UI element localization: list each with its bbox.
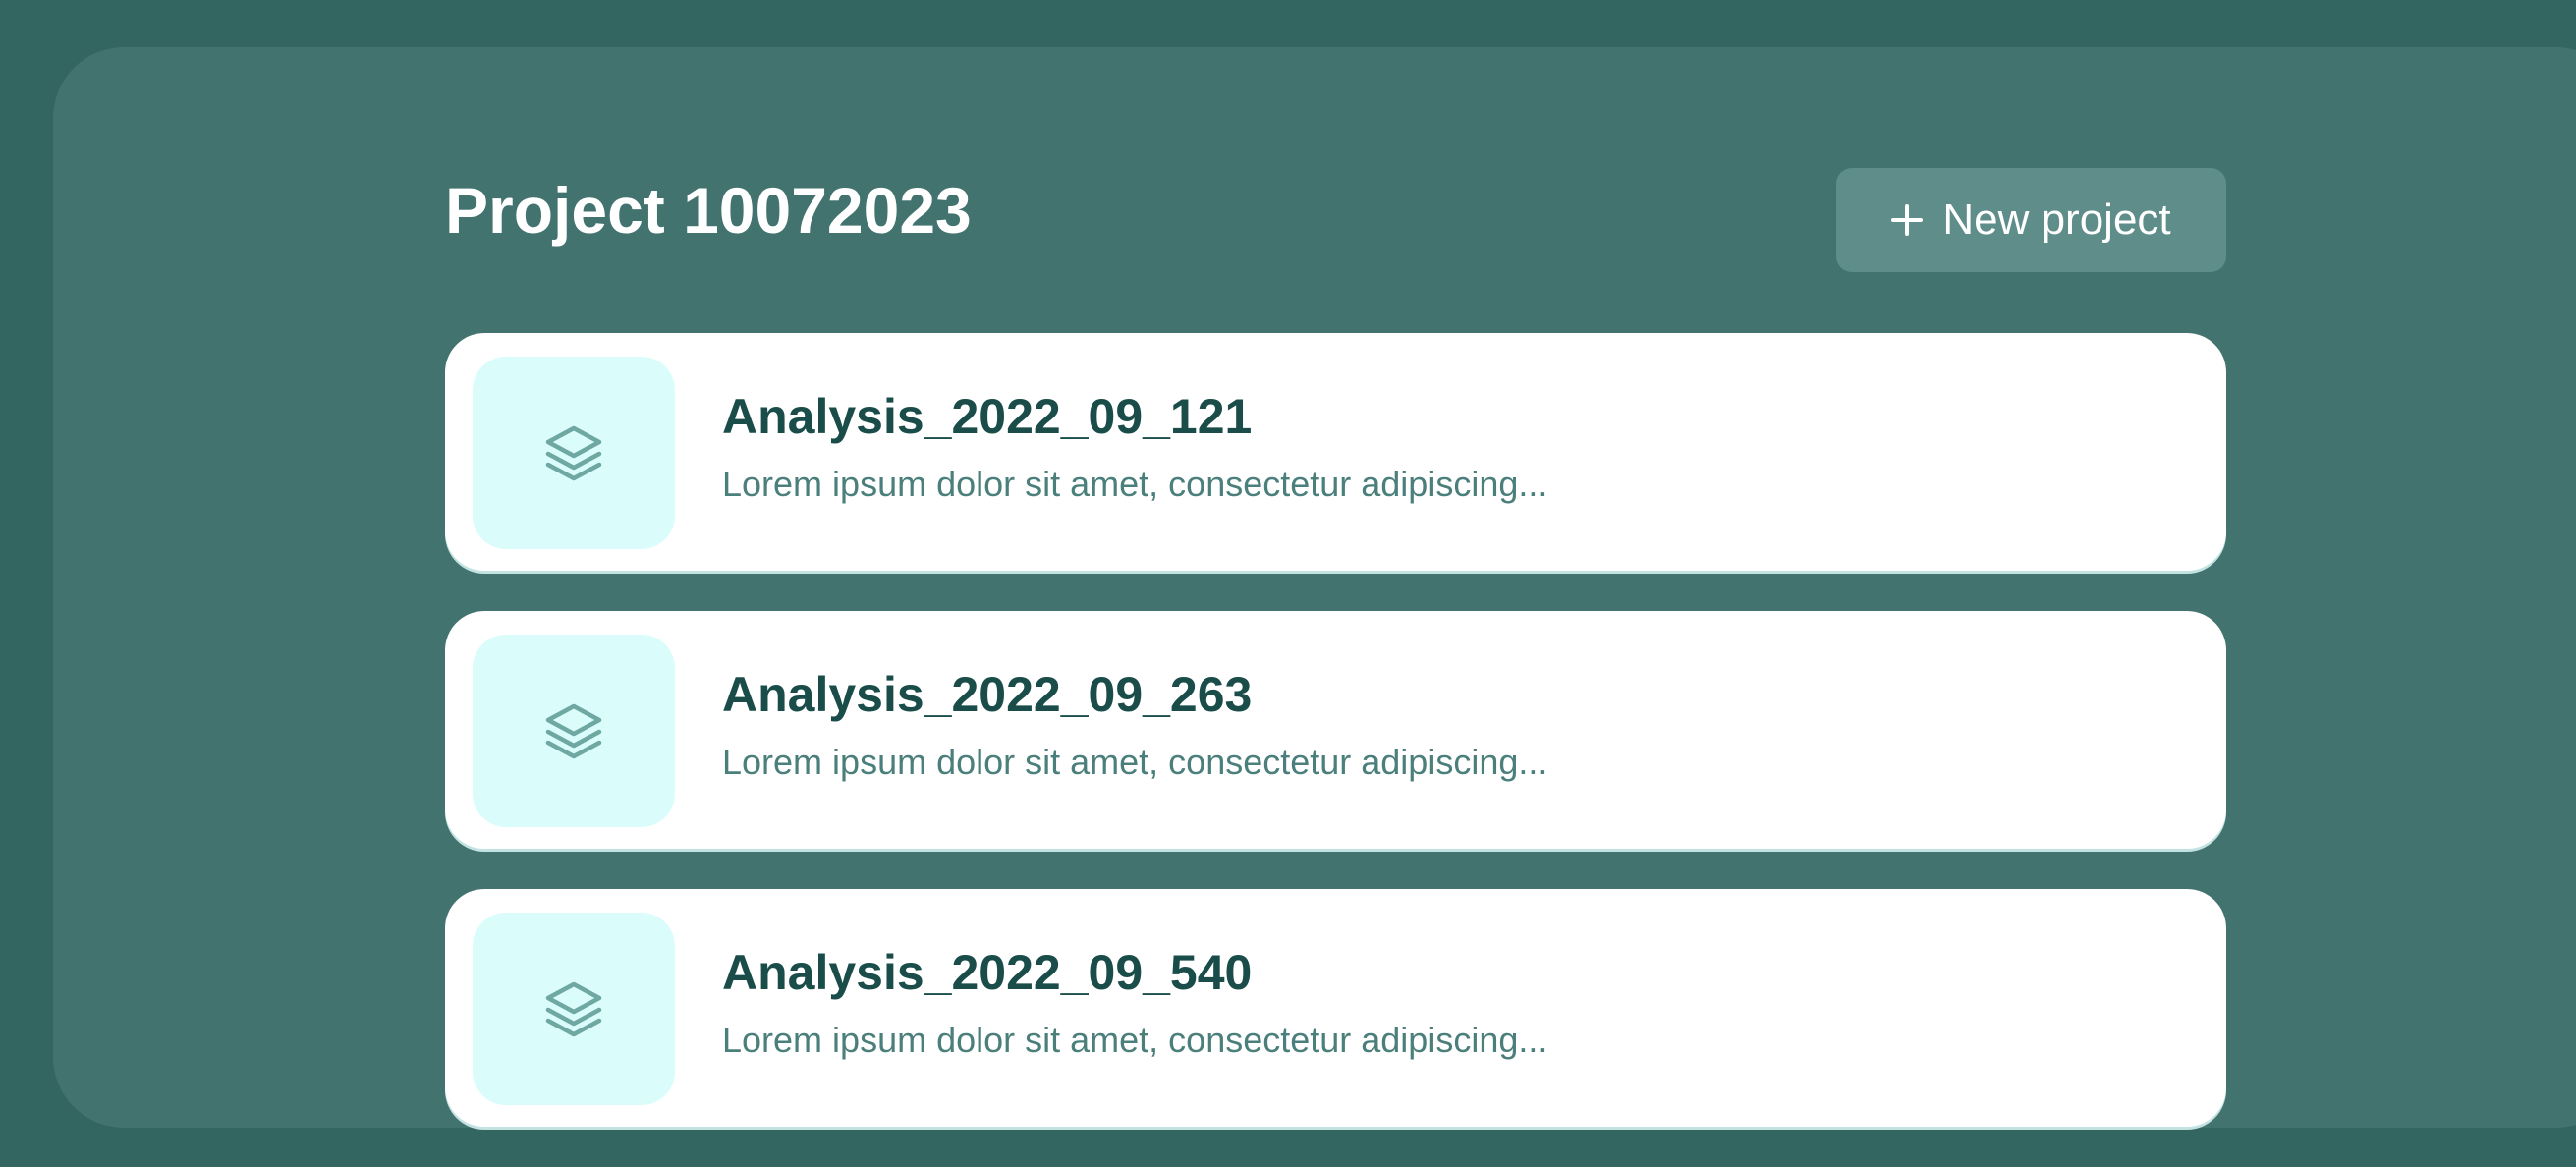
item-thumbnail (473, 357, 675, 549)
new-project-button[interactable]: New project (1836, 168, 2226, 272)
plus-icon (1891, 204, 1924, 236)
layers-icon (545, 981, 602, 1037)
page-title: Project 10072023 (445, 174, 972, 247)
list-item[interactable]: Analysis_2022_09_121 Lorem ipsum dolor s… (445, 333, 2226, 571)
item-description: Lorem ipsum dolor sit amet, consectetur … (722, 464, 1548, 504)
item-title: Analysis_2022_09_121 (722, 389, 1253, 444)
item-description: Lorem ipsum dolor sit amet, consectetur … (722, 1020, 1548, 1060)
analysis-list: Analysis_2022_09_121 Lorem ipsum dolor s… (445, 333, 2226, 1127)
list-item[interactable]: Analysis_2022_09_540 Lorem ipsum dolor s… (445, 889, 2226, 1127)
item-thumbnail (473, 635, 675, 827)
list-item[interactable]: Analysis_2022_09_263 Lorem ipsum dolor s… (445, 611, 2226, 849)
layers-icon (545, 425, 602, 481)
layers-icon (545, 703, 602, 759)
item-title: Analysis_2022_09_263 (722, 667, 1253, 722)
item-thumbnail (473, 913, 675, 1105)
item-description: Lorem ipsum dolor sit amet, consectetur … (722, 742, 1548, 782)
new-project-label: New project (1942, 195, 2171, 244)
page-header: Project 10072023 New project (445, 168, 2226, 272)
project-content: Project 10072023 New project Analysis_20… (445, 168, 2226, 1167)
item-title: Analysis_2022_09_540 (722, 945, 1253, 1000)
